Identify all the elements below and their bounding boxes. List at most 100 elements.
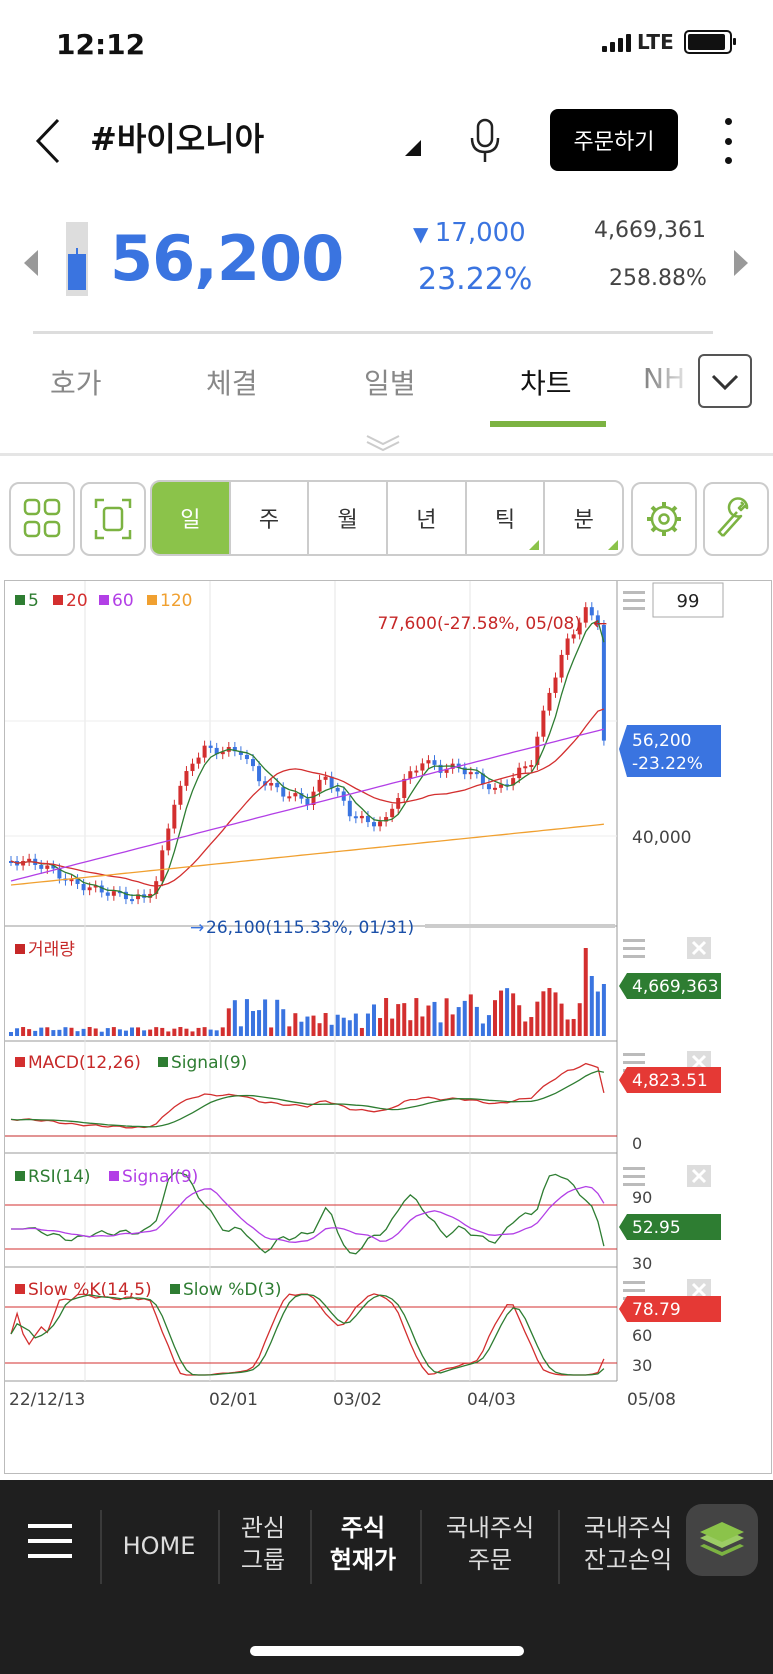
volume-bar (408, 1020, 413, 1036)
volume-bar (329, 1024, 334, 1036)
tab-more-button[interactable] (698, 354, 752, 408)
candle (39, 864, 44, 869)
price-tag-pct: -23.22% (632, 754, 703, 774)
fullscreen-icon (94, 498, 132, 540)
volume-close-icon[interactable] (687, 937, 711, 959)
candle (305, 798, 310, 805)
rsi-tag: 52.95 (632, 1218, 681, 1238)
nav-home[interactable]: HOME (114, 1530, 204, 1562)
down-triangle-icon: ▼ (413, 222, 435, 246)
layers-icon (700, 1522, 744, 1556)
tab-daily[interactable]: 일별 (364, 362, 416, 402)
stochastic-pane (5, 1293, 617, 1376)
macd-pane (5, 1062, 617, 1137)
volume-bar (142, 1030, 147, 1036)
layout-grid-button[interactable] (9, 482, 75, 556)
next-stock-arrow-icon[interactable] (734, 250, 748, 276)
nav-domestic-order[interactable]: 국내주식 주문 (430, 1512, 550, 1576)
volume-bar (493, 1000, 497, 1036)
stock-chart[interactable]: 5 20 60 120 77,600(-27.58%, 05/08) ← → 2… (4, 580, 772, 1474)
candle (166, 828, 171, 851)
volume-bar (275, 999, 280, 1036)
candle (105, 892, 110, 896)
bottom-nav (0, 1480, 773, 1674)
volume-bar (117, 1029, 122, 1036)
volume-bar (577, 1003, 582, 1036)
price-tag-value: 56,200 (632, 731, 691, 751)
volume-bar (178, 1027, 183, 1036)
period-week[interactable]: 주 (228, 482, 308, 554)
mic-button[interactable] (466, 118, 506, 164)
candle (559, 654, 564, 678)
volume-bar (402, 1003, 407, 1036)
hamburger-menu-icon[interactable] (28, 1524, 72, 1564)
turnover-pct: 258.88% (609, 266, 707, 291)
candle (390, 808, 395, 818)
volume-bar (365, 1013, 370, 1036)
macd-line (10, 1062, 605, 1129)
period-tick[interactable]: 틱 (464, 482, 544, 554)
volume-bar (414, 998, 419, 1036)
volume-bar (529, 1017, 534, 1036)
tab-trades[interactable]: 체결 (206, 362, 258, 402)
period-minute[interactable]: 분 (543, 482, 622, 554)
volume-bar (75, 1031, 80, 1036)
volume-bar (565, 1019, 570, 1036)
volume-bar (251, 1011, 255, 1036)
candle (257, 766, 262, 782)
candle (372, 822, 376, 827)
rsi-close-icon[interactable] (687, 1165, 711, 1187)
volume-menu-icon[interactable] (623, 939, 645, 958)
tab-hoga[interactable]: 호가 (50, 362, 102, 402)
x-label-4: 05/08 (627, 1390, 676, 1410)
volume-bar (444, 998, 449, 1036)
nav-domestic-balance[interactable]: 국내주식 잔고손익 (566, 1512, 690, 1576)
volume-bar (214, 1030, 219, 1036)
chart-settings-button[interactable] (631, 482, 697, 556)
volume-bar (111, 1027, 116, 1036)
candle (523, 766, 528, 769)
period-month[interactable]: 월 (307, 482, 386, 554)
volume-bar (305, 1016, 310, 1036)
prev-stock-arrow-icon[interactable] (24, 250, 38, 276)
candle (493, 787, 497, 790)
tab-chart[interactable]: 차트 (520, 362, 572, 402)
order-button[interactable]: 주문하기 (550, 109, 678, 171)
stock-name[interactable]: #바이오니아 (90, 114, 264, 160)
period-year[interactable]: 년 (386, 482, 465, 554)
status-time: 12:12 (56, 28, 146, 61)
volume-bar (202, 1027, 207, 1036)
slow-d-label: Slow %D(3) (183, 1280, 282, 1300)
fullscreen-button[interactable] (80, 482, 146, 556)
nav-stock-price[interactable]: 주식 현재가 (318, 1512, 408, 1576)
candle (287, 796, 292, 799)
volume-bar (87, 1027, 92, 1036)
layers-button[interactable] (686, 1504, 758, 1576)
period-day[interactable]: 일 (152, 482, 229, 554)
double-chevron-icon (366, 435, 400, 452)
nav-watchlist[interactable]: 관심 그룹 (226, 1512, 300, 1576)
volume-bar (372, 1004, 376, 1036)
volume-bar (583, 948, 588, 1036)
ma-legend-120: 120 (160, 591, 192, 611)
volume-bar (595, 991, 600, 1036)
menu-icon[interactable] (623, 591, 645, 610)
stock-dropdown-icon[interactable] (405, 140, 421, 156)
candle (468, 772, 473, 775)
scroll-bar[interactable] (425, 924, 615, 928)
candle (196, 757, 201, 764)
macd-label: MACD(12,26) (28, 1053, 141, 1073)
volume-bar (347, 1020, 352, 1036)
candle (420, 763, 425, 771)
back-button[interactable] (30, 116, 70, 166)
slow-k-label: Slow %K(14,5) (28, 1280, 152, 1300)
rsi-menu-icon[interactable] (623, 1167, 645, 1186)
low-arrow-icon: → (190, 918, 204, 938)
candle (347, 800, 352, 817)
more-menu-icon[interactable] (718, 118, 738, 164)
rsi-signal-label: Signal(9) (122, 1167, 198, 1187)
chart-tools-button[interactable] (703, 482, 769, 556)
x-label-3: 04/03 (467, 1390, 516, 1410)
status-indicators: LTE (602, 30, 736, 54)
volume-label: 거래량 (28, 940, 75, 960)
